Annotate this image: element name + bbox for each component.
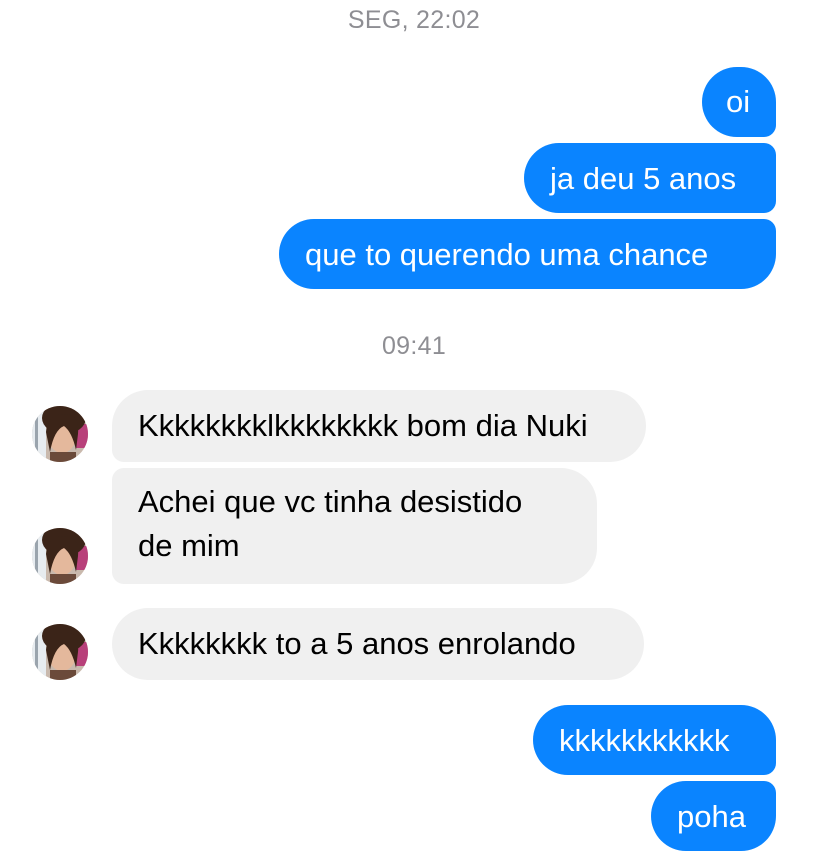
avatar-image xyxy=(32,406,88,462)
timestamp: SEG, 22:02 xyxy=(347,6,481,34)
timestamp: 09:41 xyxy=(381,332,447,360)
outgoing-message[interactable]: poha xyxy=(651,781,776,851)
incoming-message[interactable]: Achei que vc tinha desistido de mim xyxy=(112,468,597,584)
outgoing-message[interactable]: oi xyxy=(702,67,776,137)
contact-avatar[interactable] xyxy=(32,624,88,680)
incoming-message[interactable]: Kkkkkkkk to a 5 anos enrolando xyxy=(112,608,644,680)
outgoing-message[interactable]: que to querendo uma chance xyxy=(279,219,776,289)
message-line: de mim xyxy=(138,528,240,563)
contact-avatar[interactable] xyxy=(32,406,88,462)
outgoing-message[interactable]: kkkkkkkkkkk xyxy=(533,705,776,775)
outgoing-message[interactable]: ja deu 5 anos xyxy=(524,143,776,213)
incoming-message[interactable]: Kkkkkkkklkkkkkkkk bom dia Nuki xyxy=(112,390,646,462)
avatar-image xyxy=(32,528,88,584)
contact-avatar[interactable] xyxy=(32,528,88,584)
avatar-image xyxy=(32,624,88,680)
message-line: Achei que vc tinha desistido xyxy=(138,484,523,519)
